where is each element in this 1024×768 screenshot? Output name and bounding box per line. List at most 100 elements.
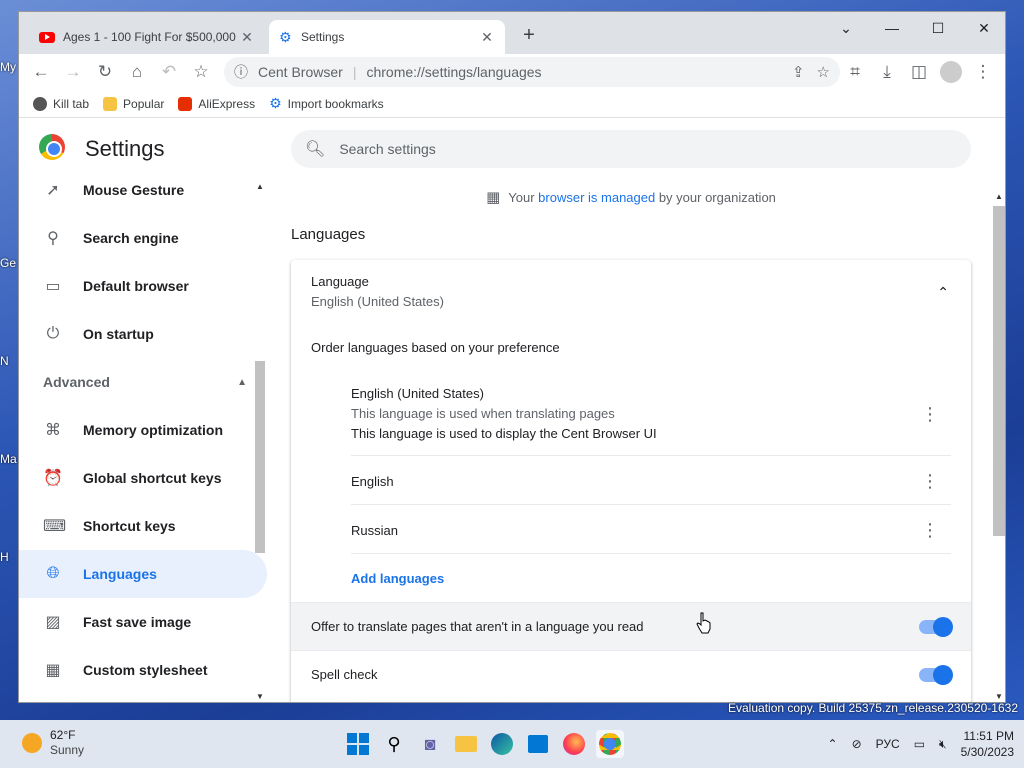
bookmark-import[interactable]: ⚙ Import bookmarks [269,95,384,112]
back-button[interactable]: ← [25,56,57,88]
main-scrollbar-thumb[interactable] [993,206,1005,536]
side-panel-button[interactable]: ◫ [903,56,935,88]
bookmarks-bar: Kill tab Popular AliExpress ⚙ Import boo… [19,90,1005,118]
bookmark-kill-tab[interactable]: Kill tab [33,96,89,111]
share-icon[interactable]: ⇪ [792,63,805,81]
managed-link[interactable]: browser is managed [538,190,655,205]
power-icon: ⏻ [46,325,60,342]
sidebar-item-label: Custom stylesheet [83,662,208,678]
managed-suffix: by your organization [655,190,776,205]
sidebar-item-label: Memory optimization [83,422,224,438]
offer-translate-row[interactable]: Offer to translate pages that aren't in … [291,602,971,650]
search-icon: ⚲ [387,733,401,754]
bookmark-label: AliExpress [198,96,256,111]
new-tab-button[interactable]: + [517,24,541,47]
more-actions-icon[interactable]: ⋮ [921,405,939,423]
language-heading: Language [311,274,369,289]
sidebar-scrollbar-thumb[interactable] [255,361,265,553]
network-icon[interactable]: ⊘ [852,737,862,751]
crop-button[interactable]: ⌗ [839,56,871,88]
sidebar-item-label: Global shortcut keys [83,470,222,486]
start-button[interactable] [344,730,372,758]
input-language[interactable]: РУС [876,737,900,751]
taskbar-store-button[interactable] [524,730,552,758]
site-info-icon[interactable]: ⓘ [234,62,248,82]
sidebar-item-on-startup[interactable]: ⏻ On startup [19,310,267,358]
scroll-down-arrow[interactable]: ▼ [256,692,264,701]
taskbar-edge-button[interactable] [488,730,516,758]
sidebar-item-shortcut-keys[interactable]: ⌨ Shortcut keys [19,502,267,550]
sidebar-item-label: Mouse Gesture [83,182,185,198]
taskbar-chat-button[interactable]: ◙ [416,730,444,758]
kebab-menu-icon: ⋮ [974,62,992,81]
keyboard-icon: ⌨ [43,518,67,535]
reload-button[interactable]: ↻ [89,56,121,88]
forward-button[interactable]: → [57,56,89,88]
arrow-right-icon: → [64,62,82,81]
desktop-icon-label[interactable]: My [0,60,16,74]
chevron-up-icon[interactable]: ⌃ [828,737,838,751]
close-tab-icon[interactable]: ✕ [239,29,255,46]
tab-search-button[interactable]: ⌄ [823,16,869,40]
more-actions-icon[interactable]: ⋮ [921,472,939,490]
globe-icon: 🌐︎ [46,565,60,582]
bookmark-popular[interactable]: Popular [103,96,164,111]
desktop-icon-label[interactable]: N [0,354,9,368]
sidebar-item-fast-save-image[interactable]: ▨ Fast save image [19,598,267,646]
sidebar-section-advanced[interactable]: Advanced ▲ [19,358,267,406]
sidebar-item-languages[interactable]: 🌐︎ Languages [19,550,267,598]
crop-icon: ⌗ [850,62,860,81]
taskbar-firefox-button[interactable] [560,730,588,758]
close-window-button[interactable]: ✕ [961,16,1005,40]
sidebar-item-memory-optimization[interactable]: ⌘ Memory optimization [19,406,267,454]
clock[interactable]: 11:51 PM 5/30/2023 [961,728,1014,760]
spell-check-row[interactable]: Spell check [291,650,971,698]
taskbar-cent-browser-button[interactable] [596,730,624,758]
minimize-button[interactable]: — [869,16,915,40]
profile-button[interactable] [935,56,967,88]
sidebar-item-global-shortcut-keys[interactable]: ⏰ Global shortcut keys [19,454,267,502]
tab-settings[interactable]: ⚙ Settings ✕ [269,20,505,54]
sidebar-item-label: Shortcut keys [83,518,176,534]
spell-check-toggle[interactable] [919,664,953,685]
sidebar-item-custom-stylesheet[interactable]: ▦ Custom stylesheet [19,646,267,694]
volume-icon[interactable]: 🔇︎ [939,737,947,752]
display-icon[interactable]: ▭ [914,737,925,751]
undo-close-button[interactable]: ↶ [153,56,185,88]
home-button[interactable]: ⌂ [121,56,153,88]
sidebar-section-label: Advanced [43,374,110,390]
edge-icon [491,733,513,755]
close-tab-icon[interactable]: ✕ [479,29,495,46]
sidebar-item-mouse-gesture[interactable]: ➚ Mouse Gesture [19,178,267,214]
add-languages-button[interactable]: Add languages [351,571,444,586]
tab-youtube[interactable]: Ages 1 - 100 Fight For $500,000 ✕ [29,20,265,54]
desktop-icon-label[interactable]: H [0,550,9,564]
weather-widget[interactable]: 62°F Sunny [22,728,84,758]
main-scroll-up-arrow[interactable]: ▲ [995,192,1003,201]
arrow-left-icon: ← [32,62,50,81]
menu-button[interactable]: ⋮ [967,56,999,88]
taskbar-explorer-button[interactable] [452,730,480,758]
maximize-button[interactable]: ☐ [915,16,961,40]
downloads-button[interactable]: ⤓ [871,56,903,88]
bookmark-aliexpress[interactable]: AliExpress [178,96,256,111]
main-scroll-down-arrow[interactable]: ▼ [995,692,1003,701]
collapse-button[interactable]: ⌃ [937,284,949,301]
building-icon: ▦ [486,189,501,206]
sidebar-item-default-browser[interactable]: ▭ Default browser [19,262,267,310]
scroll-up-arrow[interactable]: ▲ [256,182,264,191]
more-actions-icon[interactable]: ⋮ [921,521,939,539]
bookmark-icon[interactable]: ☆ [817,63,830,81]
desktop-icon-label[interactable]: Ge [0,256,16,270]
search-input[interactable]: 🔍︎ Search settings [291,130,971,168]
desktop-icon-label[interactable]: Ma [0,452,17,466]
offer-translate-toggle[interactable] [919,616,953,637]
language-row: English ⋮ [351,456,951,505]
address-bar[interactable]: ⓘ Cent Browser | chrome://settings/langu… [224,57,840,87]
chip-icon: ⌘ [45,422,61,439]
sidebar-item-label: Languages [83,566,157,582]
sidebar-item-search-engine[interactable]: ⚲ Search engine [19,214,267,262]
bookmark-star-button[interactable]: ☆ [185,56,217,88]
url-text[interactable]: chrome://settings/languages [366,64,541,80]
taskbar-search-button[interactable]: ⚲ [380,730,408,758]
